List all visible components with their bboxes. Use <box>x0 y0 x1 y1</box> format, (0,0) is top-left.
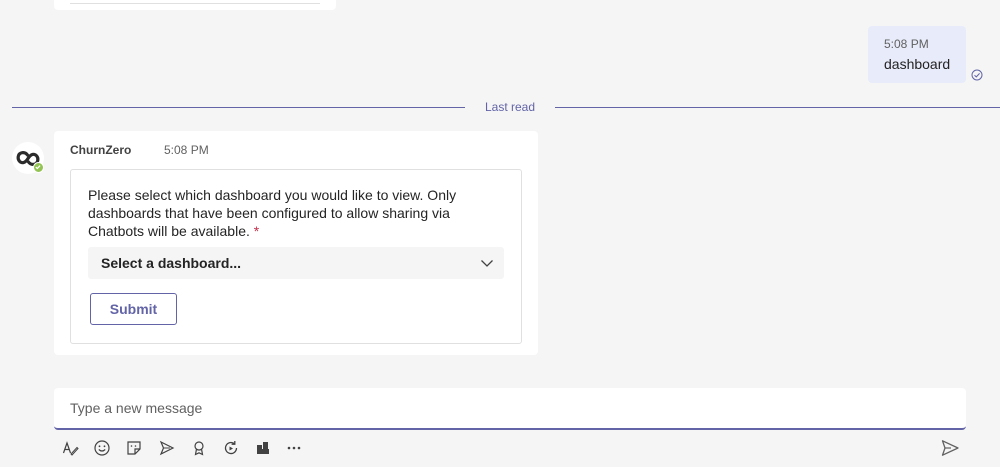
previous-message-card <box>54 0 336 10</box>
last-read-divider-left <box>12 107 465 108</box>
message-input[interactable] <box>70 388 930 428</box>
sent-message-time: 5:08 PM <box>884 37 929 51</box>
sticker-button[interactable] <box>123 437 145 459</box>
dashboard-prompt: Please select which dashboard you would … <box>88 186 488 240</box>
format-button[interactable] <box>59 437 81 459</box>
emoji-button[interactable] <box>91 437 113 459</box>
last-read-divider-right <box>555 107 1000 108</box>
send-icon <box>941 440 959 456</box>
apps-icon <box>257 442 269 454</box>
loop-icon <box>159 440 175 456</box>
emoji-icon <box>94 440 110 456</box>
message-composer[interactable] <box>54 388 966 430</box>
presence-available-badge <box>33 162 44 173</box>
loop-button[interactable] <box>156 437 178 459</box>
sticker-icon <box>127 441 141 455</box>
dashboard-select[interactable]: Select a dashboard... <box>88 247 504 279</box>
submit-button[interactable]: Submit <box>90 293 177 325</box>
bot-sender-name[interactable]: ChurnZero <box>70 143 131 157</box>
last-read-label: Last read <box>484 100 536 114</box>
dashboard-prompt-text: Please select which dashboard you would … <box>88 187 457 239</box>
chevron-down-icon <box>481 260 493 267</box>
read-check-icon <box>971 69 983 81</box>
bot-message-time: 5:08 PM <box>164 143 209 157</box>
required-marker: * <box>253 223 260 239</box>
check-icon <box>35 165 41 170</box>
adaptive-card: Please select which dashboard you would … <box>70 169 522 344</box>
format-icon <box>62 441 79 456</box>
dashboard-select-value: Select a dashboard... <box>101 255 242 271</box>
refresh-icon <box>224 441 238 455</box>
send-button[interactable] <box>938 437 962 459</box>
refresh-button[interactable] <box>220 437 242 459</box>
sent-message-text: dashboard <box>884 56 951 72</box>
more-options-button[interactable] <box>283 437 305 459</box>
sent-message-bubble[interactable]: 5:08 PM dashboard <box>868 26 966 83</box>
more-icon <box>287 446 301 450</box>
bot-message-card: ChurnZero 5:08 PM Please select which da… <box>54 131 538 355</box>
apps-button[interactable] <box>252 437 274 459</box>
praise-icon <box>194 441 204 456</box>
praise-button[interactable] <box>188 437 210 459</box>
